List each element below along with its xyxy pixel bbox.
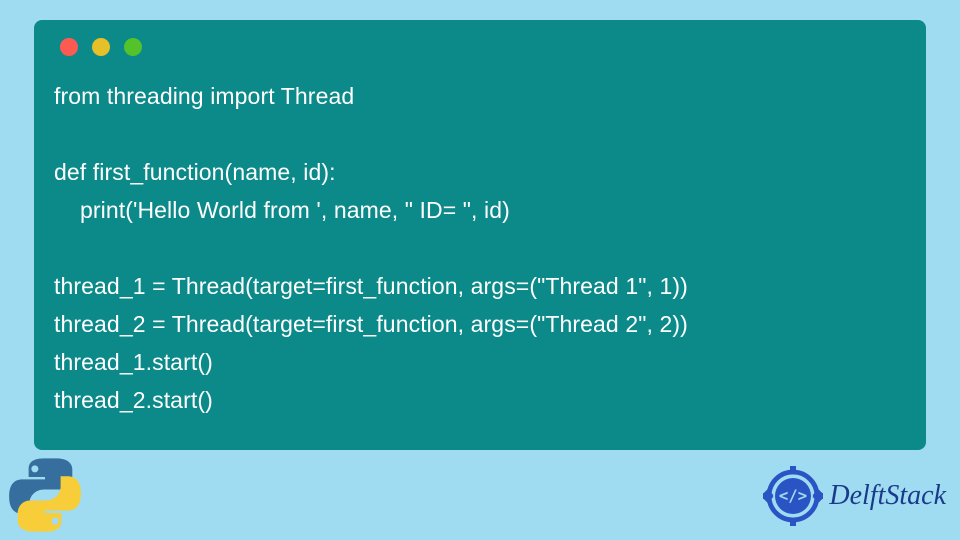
python-logo-icon [6,456,84,534]
close-dot-icon [60,38,78,56]
brand-text: DelftStack [829,480,946,512]
delft-gear-icon: </> [763,466,823,526]
svg-text:</>: </> [779,487,807,505]
maximize-dot-icon [124,38,142,56]
code-block: from threading import Thread def first_f… [54,78,906,419]
code-window: from threading import Thread def first_f… [34,20,926,450]
minimize-dot-icon [92,38,110,56]
delftstack-brand: </> DelftStack [763,466,946,526]
window-controls [60,38,906,56]
